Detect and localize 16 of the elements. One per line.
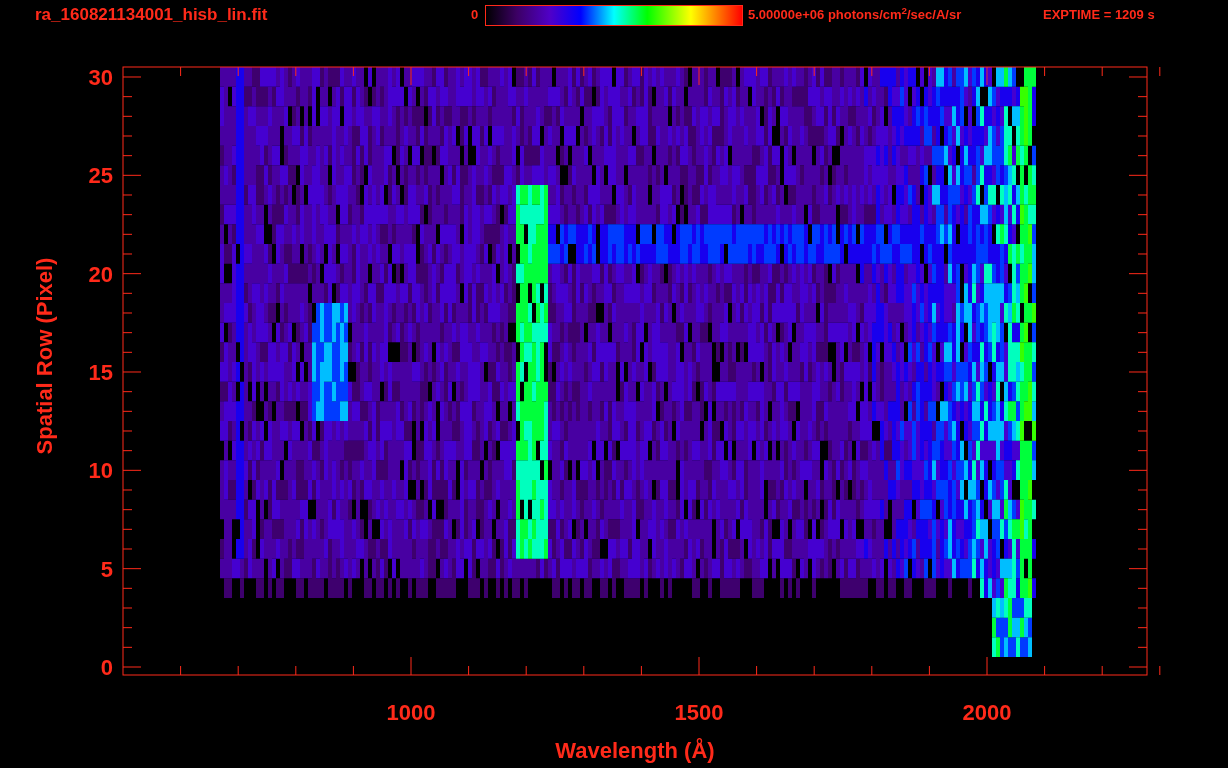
exposure-time: EXPTIME = 1209 s (1043, 6, 1155, 25)
y-axis-label: Spatial Row (Pixel) (32, 257, 57, 455)
x-tick-label: 1500 (674, 700, 724, 725)
colorbar-min-label: 0 (471, 6, 480, 25)
y-tick-label: 20 (88, 261, 113, 287)
y-tick-label: 10 (88, 458, 113, 484)
x-axis-label: Wavelength (Å) (555, 738, 715, 763)
y-tick-label: 5 (100, 556, 113, 582)
y-tick-label: 25 (88, 163, 113, 189)
y-tick-label: 30 (88, 65, 113, 90)
file-name: ra_160821134001_hisb_lin.fit (35, 4, 269, 27)
x-tick-label: 2000 (962, 700, 1012, 725)
y-tick-label: 15 (88, 360, 113, 385)
x-tick-label: 1000 (386, 700, 436, 725)
y-tick-label: 0 (100, 655, 113, 680)
colorbar-max-label: 5.00000e+06 photons/cm$^{2}$/sec/A/sr (748, 5, 963, 25)
